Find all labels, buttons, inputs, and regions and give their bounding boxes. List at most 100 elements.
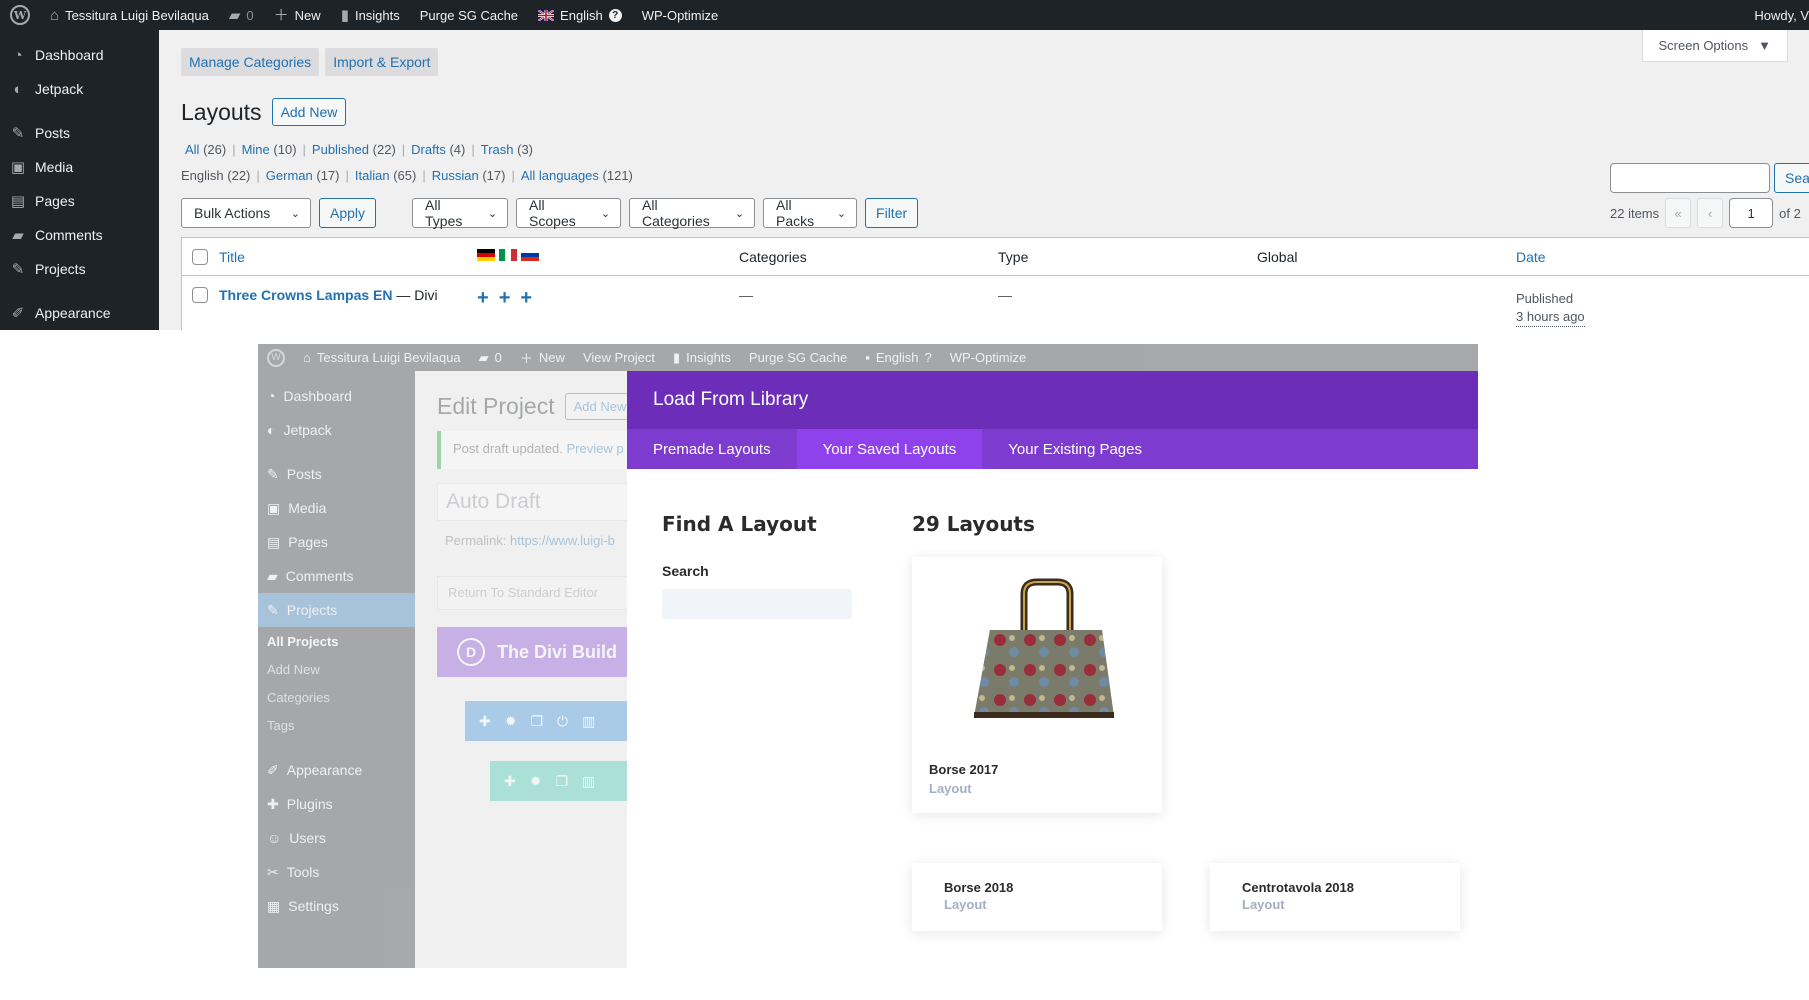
sidebar-item-comments[interactable]: ▰ Comments (0, 218, 159, 252)
insights-menu[interactable]: ▮ Insights (664, 350, 740, 366)
insights-menu[interactable]: ▮ Insights (331, 0, 410, 30)
categories-select[interactable]: All Categories ⌄ (629, 197, 756, 229)
add-russian-translation-icon[interactable]: + (520, 288, 532, 308)
tab-existing-pages[interactable]: Your Existing Pages (982, 429, 1168, 469)
search-input[interactable] (1610, 163, 1770, 193)
wp-optimize-menu[interactable]: WP-Optimize (632, 0, 729, 30)
sidebar-item-dashboard[interactable]: ◔ Dashboard (258, 379, 415, 413)
sidebar-item-projects[interactable]: ✎ Projects (0, 252, 159, 286)
sidebar-item-pages[interactable]: ▤ Pages (258, 525, 415, 559)
submenu-tags[interactable]: Tags (258, 711, 415, 739)
sidebar-item-jetpack[interactable]: ◐ Jetpack (0, 72, 159, 106)
lang-russian[interactable]: Russian (17) (432, 168, 506, 183)
trash-icon[interactable]: ▥ (582, 713, 595, 730)
col-date[interactable]: Date (1516, 249, 1546, 265)
tab-premade-layouts[interactable]: Premade Layouts (627, 429, 797, 469)
gear-icon[interactable]: ✹ (505, 713, 517, 730)
first-page-button[interactable]: « (1665, 198, 1692, 228)
sidebar-item-posts[interactable]: ✎ Posts (258, 457, 415, 491)
sidebar-item-appearance[interactable]: ✐ Appearance (258, 753, 415, 787)
sidebar-item-media[interactable]: ▣ Media (0, 150, 159, 184)
bulk-actions-select[interactable]: Bulk Actions ⌄ (181, 198, 311, 228)
sidebar-item-jetpack[interactable]: ◐ Jetpack (258, 413, 415, 447)
sidebar-item-plugins[interactable]: ✚ Plugins (258, 787, 415, 821)
layout-search-input[interactable] (662, 589, 852, 619)
new-content-menu[interactable]: ＋ New (511, 348, 574, 367)
add-new-button[interactable]: Add New (564, 393, 636, 420)
add-italian-translation-icon[interactable]: + (499, 288, 511, 308)
sidebar-item-media[interactable]: ▣ Media (258, 491, 415, 525)
sidebar-item-users[interactable]: ☺ Users (258, 821, 415, 855)
lang-all[interactable]: All languages (121) (521, 168, 633, 183)
language-menu[interactable]: English ? (528, 0, 632, 30)
bar-chart-icon: ▮ (340, 6, 349, 24)
sidebar-item-dashboard[interactable]: ◔ Dashboard (0, 38, 159, 72)
permalink-link[interactable]: https://www.luigi-b (510, 533, 615, 548)
language-menu[interactable]: ▪ English? (856, 350, 940, 365)
packs-select[interactable]: All Packs ⌄ (763, 197, 858, 229)
tab-saved-layouts[interactable]: Your Saved Layouts (796, 429, 983, 469)
sidebar-item-projects[interactable]: ✎ Projects (258, 593, 415, 627)
row-checkbox[interactable] (192, 287, 208, 303)
preview-link[interactable]: Preview p (566, 441, 623, 456)
italian-flag-icon (499, 249, 517, 261)
row-title-link[interactable]: Three Crowns Lampas EN (219, 287, 393, 303)
view-all[interactable]: All (26) (185, 142, 226, 157)
bar-chart-icon: ▮ (672, 349, 681, 365)
site-name-menu[interactable]: ⌂ Tessitura Luigi Bevilaqua (294, 350, 470, 365)
sidebar-item-settings[interactable]: ▦ Settings (258, 889, 415, 923)
howdy-menu[interactable]: Howdy, V (1744, 0, 1809, 30)
language-views: English (22) | German (17) | Italian (65) |… (181, 168, 633, 183)
search-button[interactable]: Sear (1774, 163, 1809, 193)
add-new-button[interactable]: Add New (271, 98, 347, 126)
submenu-all-projects[interactable]: All Projects (258, 627, 415, 655)
duplicate-icon[interactable]: ❐ (555, 773, 568, 790)
row-date: Published 3 hours ago (1516, 290, 1585, 327)
duplicate-icon[interactable]: ❐ (530, 713, 543, 730)
new-content-menu[interactable]: ＋ New (264, 0, 331, 30)
layout-card[interactable]: Borse 2018 Layout (912, 863, 1162, 931)
filter-button[interactable]: Filter (865, 198, 919, 228)
columns-icon[interactable]: ▥ (582, 773, 595, 790)
wp-logo-menu[interactable]: W (258, 348, 294, 367)
current-page-input[interactable]: 1 (1729, 198, 1774, 228)
add-german-translation-icon[interactable]: + (477, 288, 489, 308)
add-icon[interactable]: ✚ (479, 713, 491, 730)
sidebar-item-comments[interactable]: ▰ Comments (258, 559, 415, 593)
comments-menu[interactable]: ▰ 0 (219, 0, 264, 30)
sidebar-item-appearance[interactable]: ✐ Appearance (0, 296, 159, 330)
view-drafts[interactable]: Drafts (4) (411, 142, 465, 157)
view-mine[interactable]: Mine (10) (242, 142, 297, 157)
purge-cache-menu[interactable]: Purge SG Cache (740, 350, 856, 365)
add-icon[interactable]: ✚ (504, 773, 516, 790)
site-name-menu[interactable]: ⌂ Tessitura Luigi Bevilaqua (40, 0, 219, 30)
lang-italian[interactable]: Italian (65) (355, 168, 416, 183)
comments-menu[interactable]: ▰ 0 (470, 350, 511, 366)
sidebar-item-posts[interactable]: ✎ Posts (0, 116, 159, 150)
submenu-add-new[interactable]: Add New (258, 655, 415, 683)
view-project-menu[interactable]: View Project (574, 350, 664, 365)
purge-cache-menu[interactable]: Purge SG Cache (410, 0, 528, 30)
prev-page-button[interactable]: ‹ (1697, 198, 1724, 228)
submenu-categories[interactable]: Categories (258, 683, 415, 711)
apply-button[interactable]: Apply (319, 198, 377, 228)
select-all-checkbox[interactable] (192, 249, 208, 265)
layout-card[interactable]: Borse 2017 Layout (912, 557, 1162, 813)
col-title[interactable]: Title (219, 249, 245, 265)
layout-card[interactable]: Centrotavola 2018 Layout (1210, 863, 1460, 931)
view-trash[interactable]: Trash (3) (481, 142, 533, 157)
import-export-tab[interactable]: Import & Export (325, 48, 439, 76)
scopes-select[interactable]: All Scopes ⌄ (516, 197, 622, 229)
wp-optimize-menu[interactable]: WP-Optimize (941, 350, 1036, 365)
sidebar-item-tools[interactable]: ✂ Tools (258, 855, 415, 889)
wp-logo-menu[interactable]: W (0, 0, 40, 30)
lang-german[interactable]: German (17) (266, 168, 340, 183)
screen-options-button[interactable]: Screen Options ▼ (1641, 30, 1788, 62)
sidebar-item-pages[interactable]: ▤ Pages (0, 184, 159, 218)
manage-categories-tab[interactable]: Manage Categories (181, 48, 320, 76)
gear-icon[interactable]: ✹ (530, 773, 542, 790)
types-select[interactable]: All Types ⌄ (412, 197, 509, 229)
save-icon[interactable]: ⏻ (557, 713, 568, 730)
view-published[interactable]: Published (22) (312, 142, 396, 157)
row-categories: — (739, 287, 753, 303)
